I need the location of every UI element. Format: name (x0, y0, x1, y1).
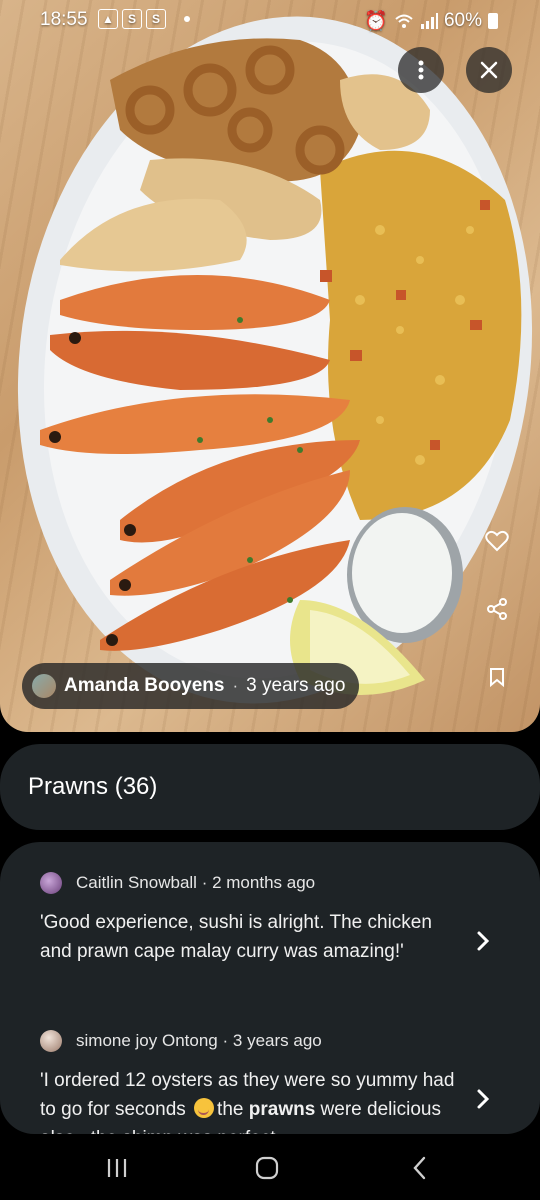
close-icon (480, 61, 498, 79)
photo-author-time: 3 years ago (246, 675, 346, 696)
s-icon: S (122, 9, 142, 29)
chevron-right-icon[interactable] (476, 1088, 490, 1110)
status-time: 18:55 (40, 9, 88, 30)
battery-percent: 60% (443, 10, 482, 31)
more-icon (418, 60, 424, 80)
review-item[interactable]: simone joy Ontong · 3 years ago 'I order… (40, 1030, 510, 1134)
heart-icon (485, 530, 509, 552)
dot-icon (184, 16, 190, 22)
review-author: Caitlin Snowball (76, 873, 197, 892)
signal-icon (420, 13, 438, 29)
avatar (40, 1030, 62, 1052)
system-icons: ⏰ 60% (364, 9, 498, 33)
image-icon: ▲ (98, 9, 118, 29)
separator: · (201, 873, 208, 892)
recents-icon (107, 1159, 127, 1177)
separator: · (232, 676, 239, 695)
separator: · (222, 1031, 229, 1050)
battery-icon (488, 13, 498, 29)
reviews-card: Caitlin Snowball · 2 months ago 'Good ex… (0, 842, 540, 1134)
like-button[interactable] (482, 526, 512, 556)
review-text: 'I ordered 12 oysters as they were so yu… (40, 1066, 460, 1134)
review-text-part: the (217, 1099, 249, 1120)
share-button[interactable] (482, 594, 512, 624)
status-bar: 18:55 ▲ S S ⏰ 60% (0, 0, 540, 40)
review-photo[interactable]: 18:55 ▲ S S ⏰ 60% Amanda Booyens · 3 yea… (0, 0, 540, 732)
back-icon (413, 1156, 426, 1180)
home-button[interactable] (237, 1152, 297, 1184)
photo-author-chip[interactable]: Amanda Booyens · 3 years ago (22, 663, 360, 709)
alarm-icon: ⏰ (364, 11, 388, 32)
bookmark-icon (490, 668, 504, 687)
home-icon (255, 1156, 279, 1180)
topic-card[interactable]: Prawns (36) (0, 744, 540, 830)
avatar (32, 674, 56, 698)
more-options-button[interactable] (398, 47, 444, 93)
review-header: simone joy Ontong · 3 years ago (40, 1030, 510, 1052)
wifi-icon (395, 14, 413, 28)
review-time: 2 months ago (212, 873, 316, 892)
topic-label: Prawns (36) (28, 773, 158, 800)
notification-icons: ▲ S S (98, 9, 190, 29)
seafood-platter-image (17, 16, 533, 704)
review-text: 'Good experience, sushi is alright. The … (40, 912, 432, 962)
close-button[interactable] (466, 47, 512, 93)
system-nav-bar (0, 1134, 540, 1200)
review-time: 3 years ago (232, 1031, 322, 1050)
chevron-right-icon[interactable] (476, 930, 490, 952)
review-highlight: prawns (248, 1099, 316, 1120)
avatar (40, 872, 62, 894)
yum-emoji-icon (194, 1098, 215, 1118)
review-header: Caitlin Snowball · 2 months ago (40, 872, 510, 894)
s-icon: S (146, 9, 166, 29)
back-button[interactable] (390, 1152, 450, 1184)
recent-apps-button[interactable] (87, 1152, 147, 1184)
share-icon (487, 598, 507, 620)
save-button[interactable] (482, 662, 512, 692)
photo-author-name: Amanda Booyens (64, 675, 225, 696)
review-item[interactable]: Caitlin Snowball · 2 months ago 'Good ex… (40, 872, 510, 966)
review-author: simone joy Ontong (76, 1031, 218, 1050)
